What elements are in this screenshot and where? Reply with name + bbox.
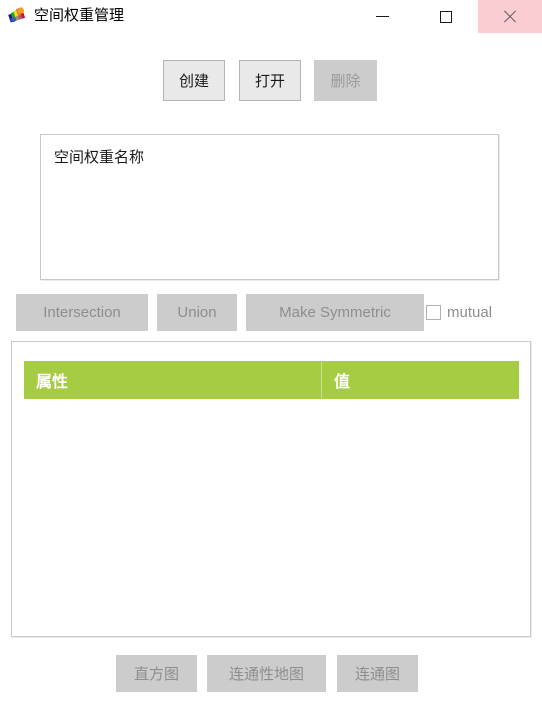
- create-button[interactable]: 创建: [163, 60, 225, 101]
- minimize-icon: [375, 16, 389, 17]
- properties-table-panel: 属性 值: [11, 341, 531, 637]
- column-header-value[interactable]: 值: [321, 361, 519, 399]
- connectivity-map-button: 连通性地图: [207, 655, 326, 692]
- open-button[interactable]: 打开: [239, 60, 301, 101]
- mutual-checkbox-box[interactable]: [426, 305, 441, 320]
- connectivity-graph-button: 连通图: [337, 655, 418, 692]
- properties-table-header: 属性 值: [24, 361, 519, 399]
- properties-table-body[interactable]: [24, 399, 519, 617]
- mutual-checkbox[interactable]: mutual: [426, 294, 492, 331]
- mutual-checkbox-label: mutual: [447, 304, 493, 321]
- minimize-button[interactable]: [350, 0, 414, 33]
- maximize-button[interactable]: [414, 0, 478, 33]
- histogram-button: 直方图: [116, 655, 197, 692]
- intersection-button: Intersection: [16, 294, 148, 331]
- weights-list-column-header: 空间权重名称: [54, 149, 145, 166]
- maximize-icon: [440, 10, 452, 23]
- make-symmetric-button: Make Symmetric: [246, 294, 424, 331]
- weights-list[interactable]: 空间权重名称: [40, 134, 499, 280]
- geoda-weights-icon: [7, 6, 28, 26]
- union-button: Union: [157, 294, 237, 331]
- window-title: 空间权重管理: [34, 7, 125, 24]
- close-icon: [502, 9, 518, 25]
- column-header-attribute[interactable]: 属性: [24, 361, 321, 399]
- close-button[interactable]: [478, 0, 542, 33]
- delete-button: 删除: [314, 60, 377, 101]
- title-bar: 空间权重管理: [0, 0, 542, 33]
